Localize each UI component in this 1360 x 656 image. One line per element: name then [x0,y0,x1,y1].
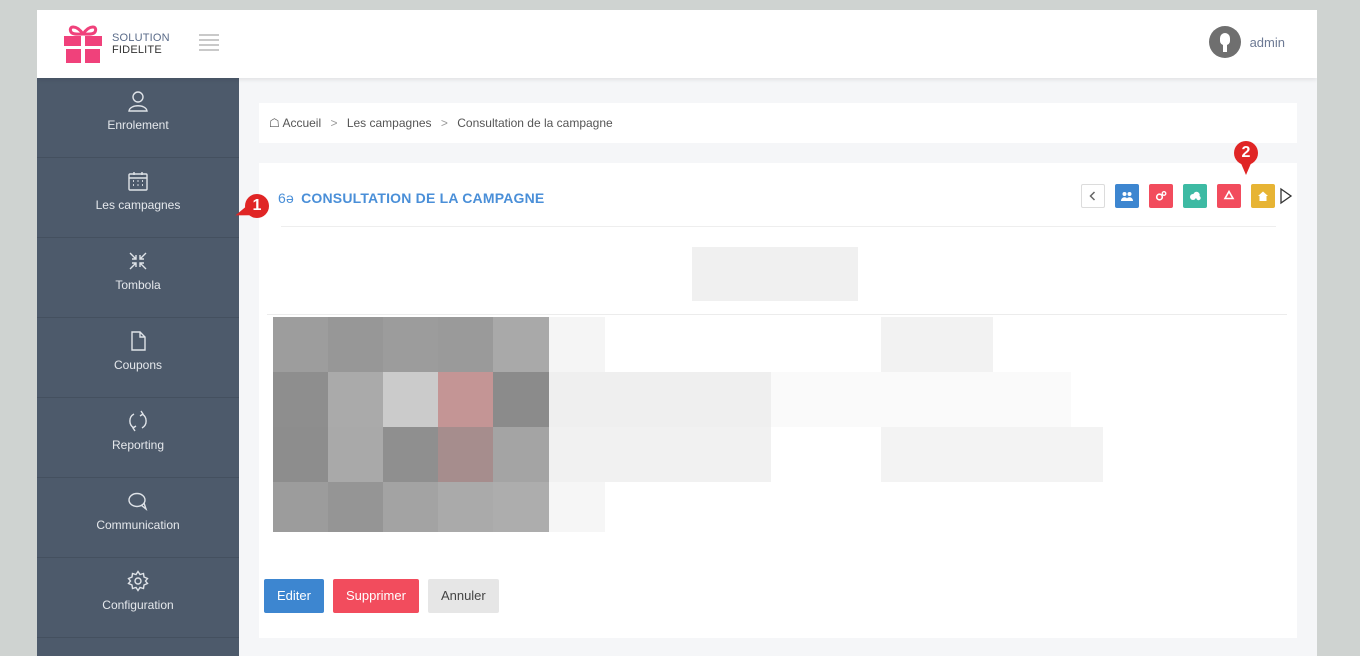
logo-line1: SOLUTION [112,32,170,44]
gear-icon [127,570,149,592]
form-actions: Editer Supprimer Annuler [264,579,499,613]
breadcrumb-current: Consultation de la campagne [457,116,613,130]
sidebar-item-label: Communication [96,518,180,532]
breadcrumb-campagnes[interactable]: Les campagnes [347,116,432,130]
sidebar-item-coupons[interactable]: Coupons [37,318,239,398]
annotation-badge-2: 2 [1234,141,1258,175]
user-icon [127,90,149,112]
sidebar-item-reporting[interactable]: Reporting [37,398,239,478]
sidebar-item-label: Configuration [102,598,174,612]
sidebar-item-enrolement[interactable]: Enrolement [37,78,239,158]
home-icon: ☖ [269,116,280,130]
app-window: SOLUTION FIDELITE admin Enrolement Les c… [37,10,1317,656]
sidebar-item-label: Les campagnes [95,198,181,212]
user-menu[interactable]: admin [1208,26,1285,58]
sidebar-item-campagnes[interactable]: Les campagnes [37,158,239,238]
hamburger-menu-icon[interactable] [199,34,219,51]
sidebar-item-configuration[interactable]: Configuration [37,558,239,638]
sidebar-item-communication[interactable]: Communication [37,478,239,558]
document-icon [127,330,149,352]
breadcrumb: ☖ Accueil > Les campagnes > Consultation… [259,103,1297,143]
campaign-card: 6ə CONSULTATION DE LA CAMPAGNE Editer Su… [259,163,1297,638]
avatar [1208,26,1241,58]
edit-button[interactable]: Editer [264,579,324,613]
logo-text: SOLUTION FIDELITE [112,32,170,56]
breadcrumb-home[interactable]: Accueil [282,116,321,130]
cancel-button[interactable]: Annuler [427,579,499,613]
delete-button[interactable]: Supprimer [332,579,419,613]
compress-arrows-icon [127,250,149,272]
refresh-icon [127,410,149,432]
chat-icon [127,490,149,512]
logo-line2: FIDELITE [112,44,162,56]
sidebar-item-tombola[interactable]: Tombola [37,238,239,318]
sidebar: Enrolement Les campagnes Tombola Coupons… [37,78,239,656]
breadcrumb-separator: > [330,116,338,130]
breadcrumb-separator: > [440,116,448,130]
user-name: admin [1249,34,1285,50]
sidebar-item-label: Reporting [111,438,165,452]
app-logo[interactable]: SOLUTION FIDELITE [64,24,170,64]
annotation-badge-1: 1 [245,194,269,218]
calendar-icon [127,170,149,192]
sidebar-item-label: Tombola [115,278,161,292]
top-header: SOLUTION FIDELITE admin [37,10,1317,78]
sidebar-item-label: Coupons [113,358,163,372]
sidebar-item-label: Enrolement [107,118,169,132]
gift-icon [64,24,102,64]
pixelated-content [259,163,1297,563]
